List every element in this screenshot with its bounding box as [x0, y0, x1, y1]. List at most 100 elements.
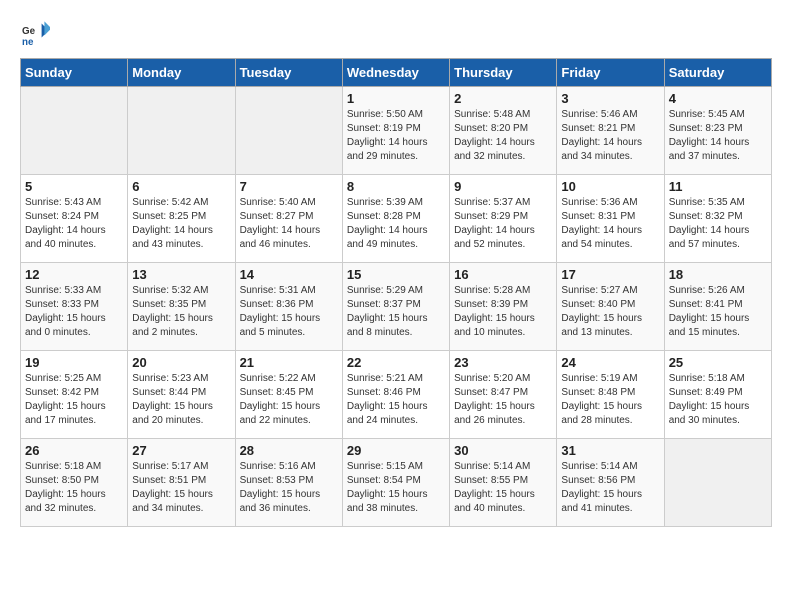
- day-info: Sunrise: 5:21 AM Sunset: 8:46 PM Dayligh…: [347, 372, 445, 428]
- day-number: 27: [132, 443, 230, 458]
- calendar-cell: 5 Sunrise: 5:43 AM Sunset: 8:24 PM Daylig…: [21, 175, 128, 263]
- calendar-cell: 1Sunrise: 5:50 AM Sunset: 8:19 PM Daylig…: [342, 87, 449, 175]
- day-info: Sunrise: 5:33 AM Sunset: 8:33 PM Dayligh…: [25, 284, 123, 340]
- calendar-cell: 12 Sunrise: 5:33 AM Sunset: 8:33 PM Dayli…: [21, 263, 128, 351]
- day-number: 25: [669, 355, 767, 370]
- week-row-1: 1Sunrise: 5:50 AM Sunset: 8:19 PM Daylig…: [21, 87, 772, 175]
- calendar-cell: 11 Sunrise: 5:35 AM Sunset: 8:32 PM Dayli…: [664, 175, 771, 263]
- day-info: Sunrise: 5:14 AM Sunset: 8:55 PM Dayligh…: [454, 460, 552, 516]
- weekday-header-wednesday: Wednesday: [342, 59, 449, 87]
- day-number: 30: [454, 443, 552, 458]
- calendar-cell: 7 Sunrise: 5:40 AM Sunset: 8:27 PM Daylig…: [235, 175, 342, 263]
- day-info: Sunrise: 5:35 AM Sunset: 8:32 PM Dayligh…: [669, 196, 767, 252]
- calendar-cell: [21, 87, 128, 175]
- svg-text:ne: ne: [22, 37, 34, 48]
- day-info: Sunrise: 5:46 AM Sunset: 8:21 PM Dayligh…: [561, 108, 659, 164]
- day-number: 31: [561, 443, 659, 458]
- day-number: 2: [454, 91, 552, 106]
- day-info: Sunrise: 5:42 AM Sunset: 8:25 PM Dayligh…: [132, 196, 230, 252]
- day-info: Sunrise: 5:18 AM Sunset: 8:50 PM Dayligh…: [25, 460, 123, 516]
- calendar-cell: 15 Sunrise: 5:29 AM Sunset: 8:37 PM Dayli…: [342, 263, 449, 351]
- calendar-cell: [235, 87, 342, 175]
- day-number: 12: [25, 267, 123, 282]
- day-number: 22: [347, 355, 445, 370]
- week-row-3: 12 Sunrise: 5:33 AM Sunset: 8:33 PM Dayli…: [21, 263, 772, 351]
- calendar-cell: 23 Sunrise: 5:20 AM Sunset: 8:47 PM Dayli…: [450, 351, 557, 439]
- weekday-header-saturday: Saturday: [664, 59, 771, 87]
- day-info: Sunrise: 5:19 AM Sunset: 8:48 PM Dayligh…: [561, 372, 659, 428]
- calendar-cell: 13 Sunrise: 5:32 AM Sunset: 8:35 PM Dayli…: [128, 263, 235, 351]
- day-info: Sunrise: 5:18 AM Sunset: 8:49 PM Dayligh…: [669, 372, 767, 428]
- day-number: 18: [669, 267, 767, 282]
- day-number: 16: [454, 267, 552, 282]
- calendar-cell: 8Sunrise: 5:39 AM Sunset: 8:28 PM Daylig…: [342, 175, 449, 263]
- day-number: 23: [454, 355, 552, 370]
- weekday-header-friday: Friday: [557, 59, 664, 87]
- header: Ge ne: [20, 20, 772, 48]
- weekday-header-tuesday: Tuesday: [235, 59, 342, 87]
- day-info: Sunrise: 5:27 AM Sunset: 8:40 PM Dayligh…: [561, 284, 659, 340]
- day-number: 6: [132, 179, 230, 194]
- day-number: 26: [25, 443, 123, 458]
- day-info: Sunrise: 5:36 AM Sunset: 8:31 PM Dayligh…: [561, 196, 659, 252]
- day-info: Sunrise: 5:45 AM Sunset: 8:23 PM Dayligh…: [669, 108, 767, 164]
- day-info: Sunrise: 5:25 AM Sunset: 8:42 PM Dayligh…: [25, 372, 123, 428]
- calendar-cell: 3 Sunrise: 5:46 AM Sunset: 8:21 PM Daylig…: [557, 87, 664, 175]
- calendar-cell: 18 Sunrise: 5:26 AM Sunset: 8:41 PM Dayli…: [664, 263, 771, 351]
- day-info: Sunrise: 5:16 AM Sunset: 8:53 PM Dayligh…: [240, 460, 338, 516]
- day-info: Sunrise: 5:39 AM Sunset: 8:28 PM Dayligh…: [347, 196, 445, 252]
- calendar-cell: 22 Sunrise: 5:21 AM Sunset: 8:46 PM Dayli…: [342, 351, 449, 439]
- day-number: 5: [25, 179, 123, 194]
- logo-icon: Ge ne: [22, 20, 50, 48]
- weekday-header-row: SundayMondayTuesdayWednesdayThursdayFrid…: [21, 59, 772, 87]
- day-number: 3: [561, 91, 659, 106]
- calendar-cell: 29Sunrise: 5:15 AM Sunset: 8:54 PM Dayli…: [342, 439, 449, 527]
- day-info: Sunrise: 5:20 AM Sunset: 8:47 PM Dayligh…: [454, 372, 552, 428]
- week-row-5: 26 Sunrise: 5:18 AM Sunset: 8:50 PM Dayli…: [21, 439, 772, 527]
- day-number: 1: [347, 91, 445, 106]
- calendar-cell: 28Sunrise: 5:16 AM Sunset: 8:53 PM Dayli…: [235, 439, 342, 527]
- day-number: 20: [132, 355, 230, 370]
- day-number: 14: [240, 267, 338, 282]
- calendar-cell: [664, 439, 771, 527]
- week-row-4: 19 Sunrise: 5:25 AM Sunset: 8:42 PM Dayli…: [21, 351, 772, 439]
- day-info: Sunrise: 5:29 AM Sunset: 8:37 PM Dayligh…: [347, 284, 445, 340]
- calendar-cell: 17 Sunrise: 5:27 AM Sunset: 8:40 PM Dayli…: [557, 263, 664, 351]
- day-number: 10: [561, 179, 659, 194]
- calendar-cell: 10 Sunrise: 5:36 AM Sunset: 8:31 PM Dayli…: [557, 175, 664, 263]
- day-info: Sunrise: 5:31 AM Sunset: 8:36 PM Dayligh…: [240, 284, 338, 340]
- calendar-cell: 6 Sunrise: 5:42 AM Sunset: 8:25 PM Daylig…: [128, 175, 235, 263]
- day-number: 21: [240, 355, 338, 370]
- calendar-cell: [128, 87, 235, 175]
- weekday-header-monday: Monday: [128, 59, 235, 87]
- calendar-cell: 27Sunrise: 5:17 AM Sunset: 8:51 PM Dayli…: [128, 439, 235, 527]
- day-number: 17: [561, 267, 659, 282]
- day-info: Sunrise: 5:28 AM Sunset: 8:39 PM Dayligh…: [454, 284, 552, 340]
- day-number: 19: [25, 355, 123, 370]
- day-number: 15: [347, 267, 445, 282]
- day-number: 24: [561, 355, 659, 370]
- day-number: 13: [132, 267, 230, 282]
- day-info: Sunrise: 5:26 AM Sunset: 8:41 PM Dayligh…: [669, 284, 767, 340]
- day-info: Sunrise: 5:23 AM Sunset: 8:44 PM Dayligh…: [132, 372, 230, 428]
- day-info: Sunrise: 5:14 AM Sunset: 8:56 PM Dayligh…: [561, 460, 659, 516]
- day-info: Sunrise: 5:48 AM Sunset: 8:20 PM Dayligh…: [454, 108, 552, 164]
- calendar-cell: 2 Sunrise: 5:48 AM Sunset: 8:20 PM Daylig…: [450, 87, 557, 175]
- day-info: Sunrise: 5:37 AM Sunset: 8:29 PM Dayligh…: [454, 196, 552, 252]
- calendar-cell: 30 Sunrise: 5:14 AM Sunset: 8:55 PM Dayli…: [450, 439, 557, 527]
- calendar-cell: 26 Sunrise: 5:18 AM Sunset: 8:50 PM Dayli…: [21, 439, 128, 527]
- week-row-2: 5 Sunrise: 5:43 AM Sunset: 8:24 PM Daylig…: [21, 175, 772, 263]
- calendar-table: SundayMondayTuesdayWednesdayThursdayFrid…: [20, 58, 772, 527]
- day-info: Sunrise: 5:40 AM Sunset: 8:27 PM Dayligh…: [240, 196, 338, 252]
- day-info: Sunrise: 5:43 AM Sunset: 8:24 PM Dayligh…: [25, 196, 123, 252]
- logo: Ge ne: [20, 20, 50, 48]
- day-number: 29: [347, 443, 445, 458]
- calendar-cell: 16 Sunrise: 5:28 AM Sunset: 8:39 PM Dayli…: [450, 263, 557, 351]
- day-info: Sunrise: 5:32 AM Sunset: 8:35 PM Dayligh…: [132, 284, 230, 340]
- day-number: 4: [669, 91, 767, 106]
- day-number: 11: [669, 179, 767, 194]
- calendar-cell: 25 Sunrise: 5:18 AM Sunset: 8:49 PM Dayli…: [664, 351, 771, 439]
- day-number: 7: [240, 179, 338, 194]
- weekday-header-sunday: Sunday: [21, 59, 128, 87]
- day-info: Sunrise: 5:22 AM Sunset: 8:45 PM Dayligh…: [240, 372, 338, 428]
